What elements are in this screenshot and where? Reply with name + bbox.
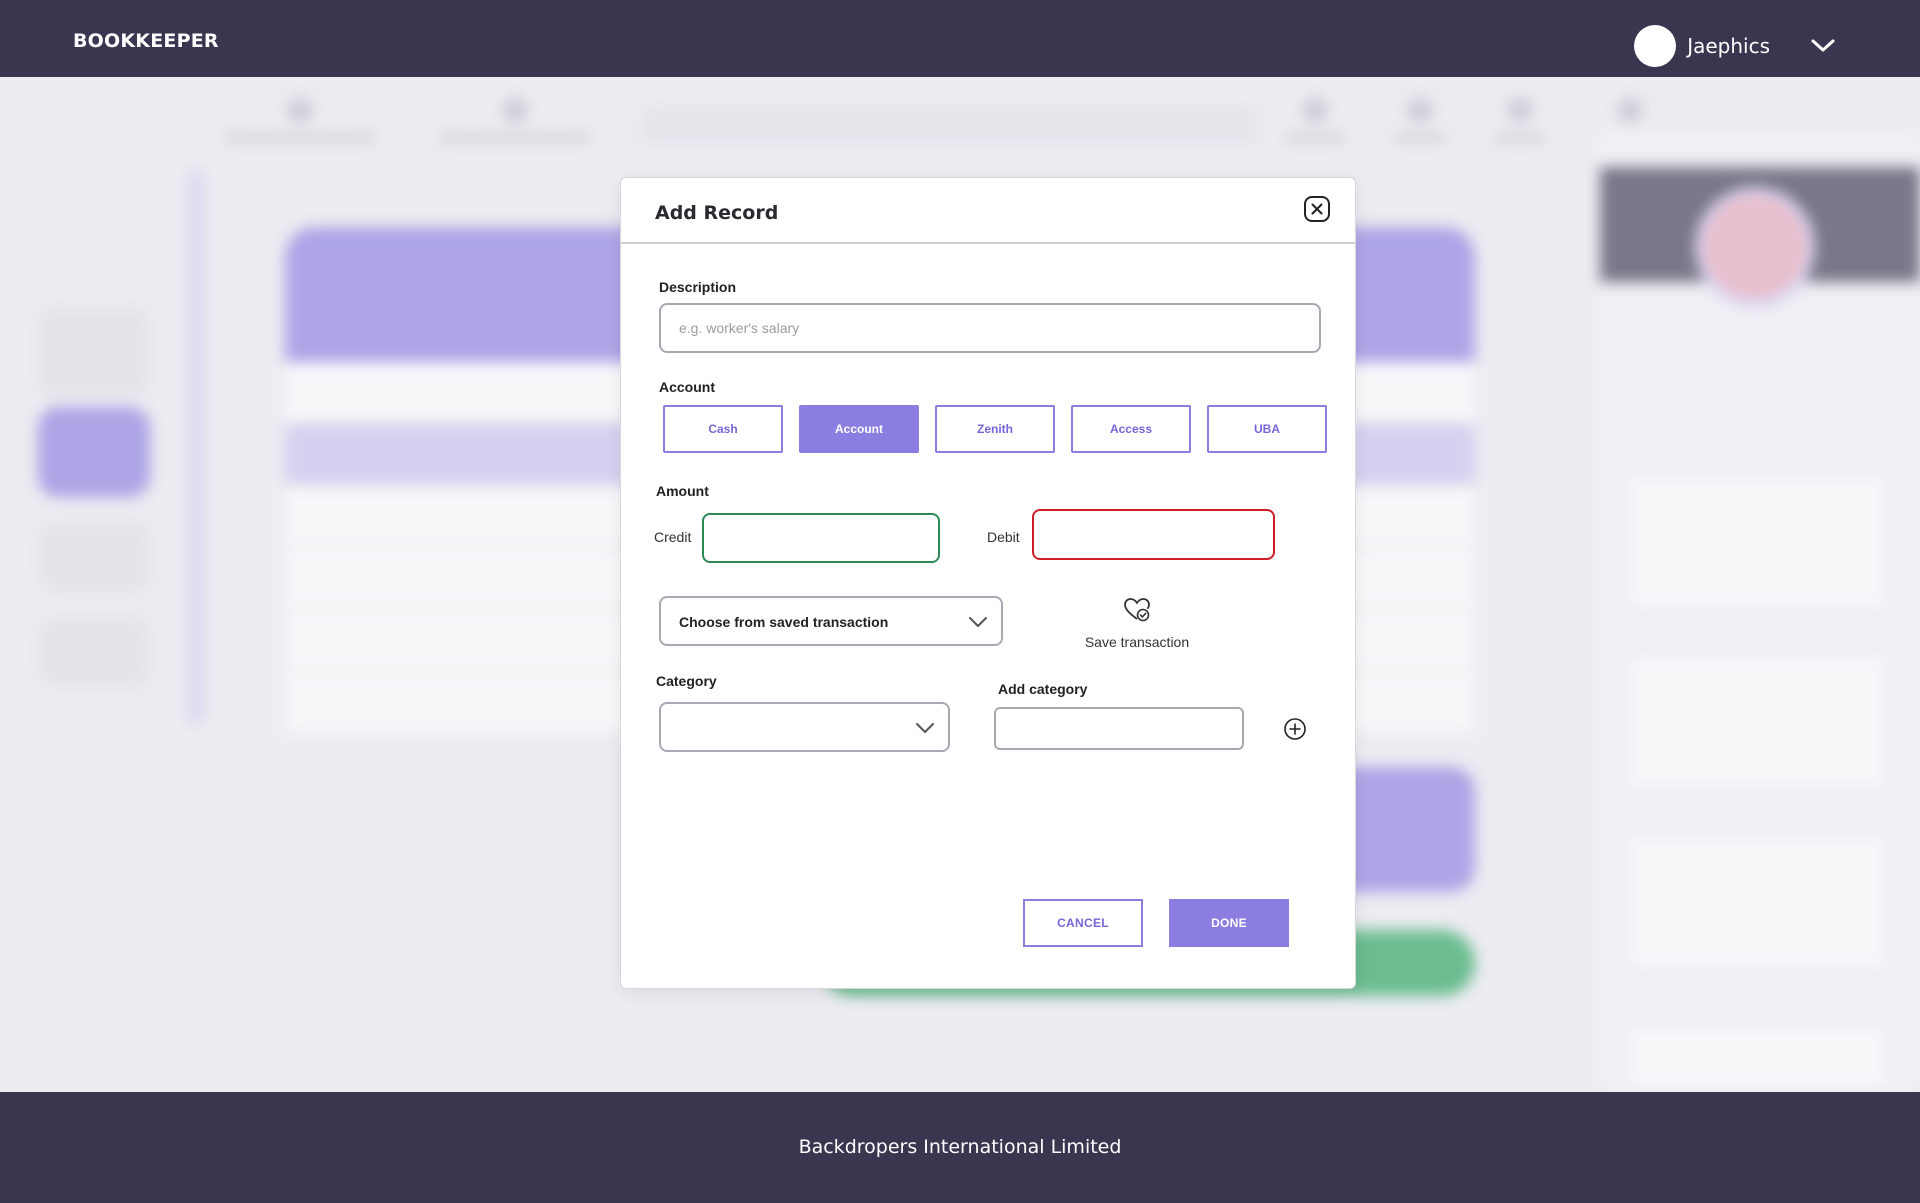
- account-label: Account: [659, 379, 715, 395]
- credit-input[interactable]: [702, 513, 940, 563]
- description-input[interactable]: [659, 303, 1321, 353]
- account-option-account[interactable]: Account: [799, 405, 919, 453]
- debit-label: Debit: [987, 529, 1020, 545]
- saved-transaction-select-text: Choose from saved transaction: [679, 614, 889, 630]
- avatar[interactable]: [1634, 25, 1677, 67]
- save-transaction-label: Save transaction: [1084, 634, 1190, 650]
- chevron-down-icon[interactable]: [1810, 38, 1836, 54]
- description-label: Description: [659, 279, 737, 295]
- account-option-cash[interactable]: Cash: [663, 405, 783, 453]
- add-category-label: Add category: [998, 681, 1088, 697]
- modal-title: Add Record: [655, 202, 779, 224]
- save-transaction-button[interactable]: Save transaction: [1071, 597, 1203, 650]
- category-label: Category: [656, 673, 717, 689]
- add-record-modal: Add Record Description Account Cash Acco…: [620, 177, 1356, 989]
- footer-text: Backdropers International Limited: [798, 1136, 1122, 1158]
- chevron-down-icon: [969, 617, 987, 627]
- account-option-uba[interactable]: UBA: [1207, 405, 1327, 453]
- user-menu[interactable]: Jaephics: [1634, 25, 1770, 67]
- plus-circle-icon[interactable]: [1283, 717, 1307, 741]
- top-bar: BOOKKEEPER Jaephics: [0, 0, 1920, 77]
- cancel-button[interactable]: CANCEL: [1023, 899, 1143, 947]
- heart-check-icon: [1124, 598, 1150, 622]
- done-button[interactable]: DONE: [1169, 899, 1289, 947]
- account-option-zenith[interactable]: Zenith: [935, 405, 1055, 453]
- username[interactable]: Jaephics: [1687, 34, 1770, 58]
- amount-label: Amount: [656, 483, 709, 499]
- chevron-down-icon: [916, 723, 934, 733]
- debit-input[interactable]: [1032, 509, 1275, 560]
- category-select[interactable]: [659, 702, 950, 752]
- close-icon[interactable]: [1303, 195, 1331, 223]
- saved-transaction-select[interactable]: Choose from saved transaction: [659, 596, 1003, 646]
- account-option-access[interactable]: Access: [1071, 405, 1191, 453]
- credit-label: Credit: [654, 529, 692, 545]
- footer: Backdropers International Limited: [0, 1092, 1920, 1203]
- add-category-input[interactable]: [994, 707, 1244, 750]
- brand-logo[interactable]: BOOKKEEPER: [73, 30, 219, 52]
- modal-header: Add Record: [621, 178, 1355, 244]
